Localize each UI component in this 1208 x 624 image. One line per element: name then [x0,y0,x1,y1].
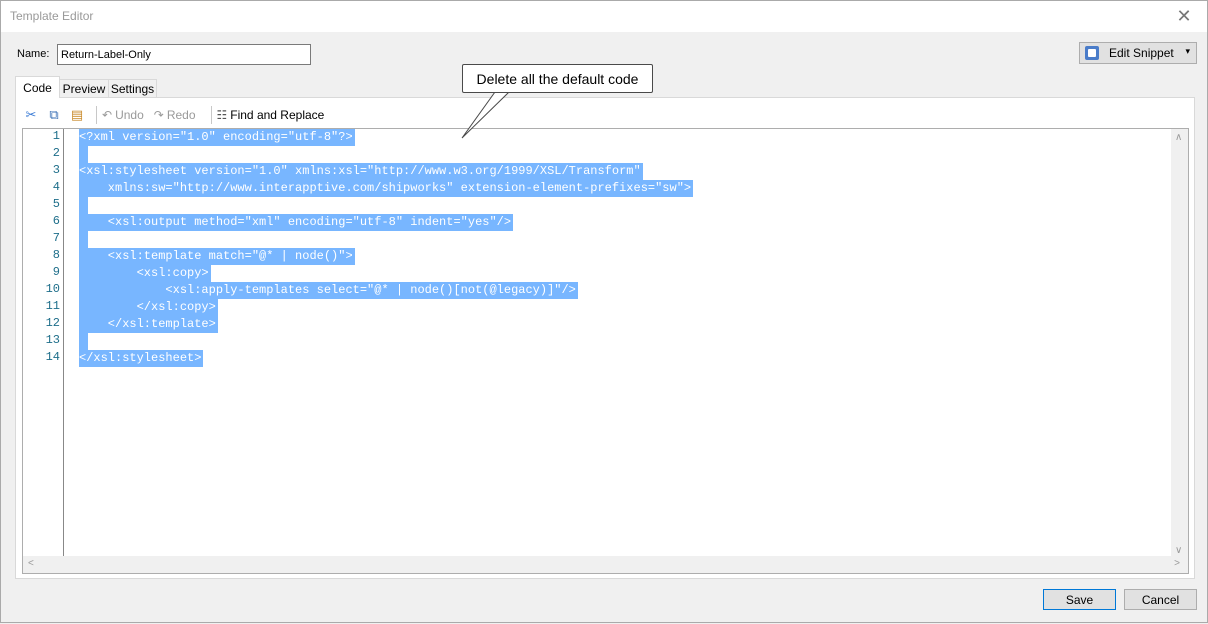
template-editor-window: Template Editor ✕ Name: Edit Snippet ▾ C… [0,0,1208,623]
callout-pointer [461,91,511,139]
annotation-callout: Delete all the default code [462,64,653,93]
